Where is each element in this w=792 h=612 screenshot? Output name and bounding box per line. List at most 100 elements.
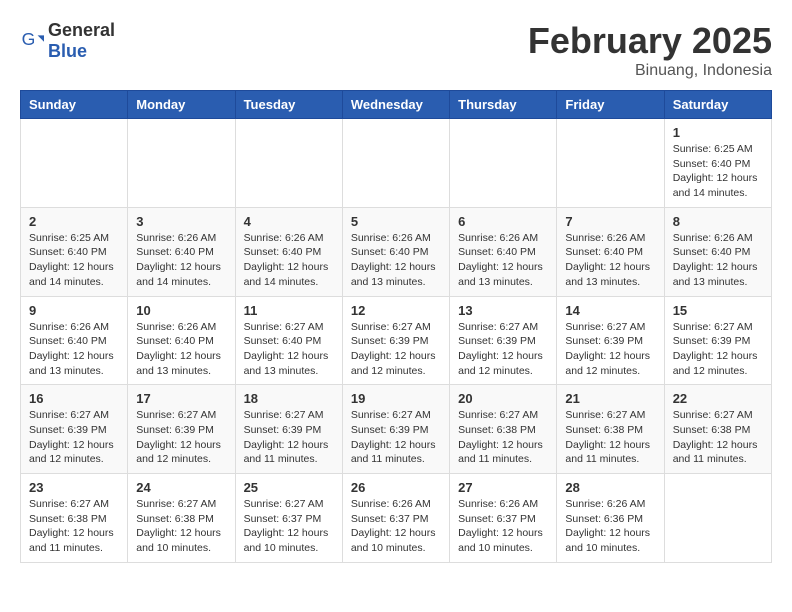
week-row-5: 23 Sunrise: 6:27 AM Sunset: 6:38 PM Dayli… [21,474,772,563]
day-info: Sunrise: 6:27 AM Sunset: 6:39 PM Dayligh… [351,408,441,467]
day-info: Sunrise: 6:26 AM Sunset: 6:37 PM Dayligh… [351,497,441,556]
day-number: 24 [136,480,226,495]
day-info: Sunrise: 6:26 AM Sunset: 6:40 PM Dayligh… [673,231,763,290]
day-info: Sunrise: 6:26 AM Sunset: 6:40 PM Dayligh… [244,231,334,290]
calendar-cell [235,119,342,208]
day-number: 3 [136,214,226,229]
day-info: Sunrise: 6:27 AM Sunset: 6:39 PM Dayligh… [351,320,441,379]
calendar-cell: 28 Sunrise: 6:26 AM Sunset: 6:36 PM Dayli… [557,474,664,563]
day-number: 23 [29,480,119,495]
day-number: 5 [351,214,441,229]
calendar-cell: 13Sunrise: 6:27 AM Sunset: 6:39 PM Dayli… [450,296,557,385]
day-number: 25 [244,480,334,495]
calendar-cell: 8 Sunrise: 6:26 AM Sunset: 6:40 PM Daylig… [664,207,771,296]
day-info: Sunrise: 6:26 AM Sunset: 6:40 PM Dayligh… [458,231,548,290]
day-info: Sunrise: 6:27 AM Sunset: 6:39 PM Dayligh… [565,320,655,379]
calendar-cell [128,119,235,208]
logo-text-blue: Blue [48,41,87,61]
calendar-cell: 5Sunrise: 6:26 AM Sunset: 6:40 PM Daylig… [342,207,449,296]
calendar-cell: 3Sunrise: 6:26 AM Sunset: 6:40 PM Daylig… [128,207,235,296]
day-info: Sunrise: 6:27 AM Sunset: 6:38 PM Dayligh… [673,408,763,467]
calendar-cell: 18Sunrise: 6:27 AM Sunset: 6:39 PM Dayli… [235,385,342,474]
logo: G General Blue [20,20,115,62]
day-info: Sunrise: 6:26 AM Sunset: 6:36 PM Dayligh… [565,497,655,556]
day-number: 6 [458,214,548,229]
header-day-saturday: Saturday [664,91,771,119]
header-day-sunday: Sunday [21,91,128,119]
header-day-monday: Monday [128,91,235,119]
day-number: 28 [565,480,655,495]
calendar-cell: 15 Sunrise: 6:27 AM Sunset: 6:39 PM Dayli… [664,296,771,385]
calendar-cell: 4 Sunrise: 6:26 AM Sunset: 6:40 PM Daylig… [235,207,342,296]
logo-text-general: General [48,20,115,40]
day-number: 7 [565,214,655,229]
day-number: 17 [136,391,226,406]
calendar-cell: 16 Sunrise: 6:27 AM Sunset: 6:39 PM Dayli… [21,385,128,474]
day-info: Sunrise: 6:26 AM Sunset: 6:40 PM Dayligh… [29,320,119,379]
calendar-cell: 12 Sunrise: 6:27 AM Sunset: 6:39 PM Dayli… [342,296,449,385]
day-number: 12 [351,303,441,318]
calendar-cell: 25 Sunrise: 6:27 AM Sunset: 6:37 PM Dayli… [235,474,342,563]
day-info: Sunrise: 6:26 AM Sunset: 6:40 PM Dayligh… [565,231,655,290]
header-day-wednesday: Wednesday [342,91,449,119]
day-number: 21 [565,391,655,406]
day-number: 26 [351,480,441,495]
day-info: Sunrise: 6:27 AM Sunset: 6:37 PM Dayligh… [244,497,334,556]
header-day-friday: Friday [557,91,664,119]
day-number: 19 [351,391,441,406]
calendar-cell: 1Sunrise: 6:25 AM Sunset: 6:40 PM Daylig… [664,119,771,208]
day-number: 27 [458,480,548,495]
calendar-cell: 11 Sunrise: 6:27 AM Sunset: 6:40 PM Dayli… [235,296,342,385]
day-info: Sunrise: 6:27 AM Sunset: 6:39 PM Dayligh… [136,408,226,467]
calendar-cell [557,119,664,208]
day-number: 4 [244,214,334,229]
month-title: February 2025 [528,20,772,62]
calendar-cell: 24Sunrise: 6:27 AM Sunset: 6:38 PM Dayli… [128,474,235,563]
calendar-cell: 19 Sunrise: 6:27 AM Sunset: 6:39 PM Dayli… [342,385,449,474]
day-info: Sunrise: 6:27 AM Sunset: 6:40 PM Dayligh… [244,320,334,379]
svg-text:G: G [22,29,36,49]
calendar-cell: 2 Sunrise: 6:25 AM Sunset: 6:40 PM Daylig… [21,207,128,296]
week-row-4: 16 Sunrise: 6:27 AM Sunset: 6:39 PM Dayli… [21,385,772,474]
calendar-cell: 23 Sunrise: 6:27 AM Sunset: 6:38 PM Dayli… [21,474,128,563]
calendar-cell: 27 Sunrise: 6:26 AM Sunset: 6:37 PM Dayli… [450,474,557,563]
calendar-cell [21,119,128,208]
day-info: Sunrise: 6:27 AM Sunset: 6:39 PM Dayligh… [29,408,119,467]
day-number: 15 [673,303,763,318]
calendar-cell: 7 Sunrise: 6:26 AM Sunset: 6:40 PM Daylig… [557,207,664,296]
day-info: Sunrise: 6:25 AM Sunset: 6:40 PM Dayligh… [29,231,119,290]
calendar-table: SundayMondayTuesdayWednesdayThursdayFrid… [20,90,772,563]
calendar-cell: 21 Sunrise: 6:27 AM Sunset: 6:38 PM Dayli… [557,385,664,474]
day-number: 8 [673,214,763,229]
day-number: 22 [673,391,763,406]
day-info: Sunrise: 6:27 AM Sunset: 6:38 PM Dayligh… [458,408,548,467]
day-info: Sunrise: 6:27 AM Sunset: 6:39 PM Dayligh… [458,320,548,379]
calendar-cell: 20 Sunrise: 6:27 AM Sunset: 6:38 PM Dayli… [450,385,557,474]
header-day-tuesday: Tuesday [235,91,342,119]
week-row-2: 2 Sunrise: 6:25 AM Sunset: 6:40 PM Daylig… [21,207,772,296]
day-number: 2 [29,214,119,229]
day-info: Sunrise: 6:26 AM Sunset: 6:40 PM Dayligh… [136,320,226,379]
calendar-cell: 22 Sunrise: 6:27 AM Sunset: 6:38 PM Dayli… [664,385,771,474]
day-number: 9 [29,303,119,318]
week-row-1: 1Sunrise: 6:25 AM Sunset: 6:40 PM Daylig… [21,119,772,208]
title-section: February 2025 Binuang, Indonesia [528,20,772,80]
day-number: 11 [244,303,334,318]
day-number: 20 [458,391,548,406]
calendar-header-row: SundayMondayTuesdayWednesdayThursdayFrid… [21,91,772,119]
day-number: 10 [136,303,226,318]
calendar-cell [342,119,449,208]
day-info: Sunrise: 6:27 AM Sunset: 6:38 PM Dayligh… [29,497,119,556]
day-info: Sunrise: 6:27 AM Sunset: 6:39 PM Dayligh… [673,320,763,379]
day-info: Sunrise: 6:26 AM Sunset: 6:37 PM Dayligh… [458,497,548,556]
day-number: 1 [673,125,763,140]
calendar-cell: 9 Sunrise: 6:26 AM Sunset: 6:40 PM Daylig… [21,296,128,385]
day-number: 14 [565,303,655,318]
logo-icon: G [20,29,44,53]
calendar-cell: 14 Sunrise: 6:27 AM Sunset: 6:39 PM Dayli… [557,296,664,385]
day-info: Sunrise: 6:27 AM Sunset: 6:38 PM Dayligh… [565,408,655,467]
calendar-cell: 17 Sunrise: 6:27 AM Sunset: 6:39 PM Dayli… [128,385,235,474]
day-info: Sunrise: 6:27 AM Sunset: 6:39 PM Dayligh… [244,408,334,467]
header-day-thursday: Thursday [450,91,557,119]
day-number: 16 [29,391,119,406]
